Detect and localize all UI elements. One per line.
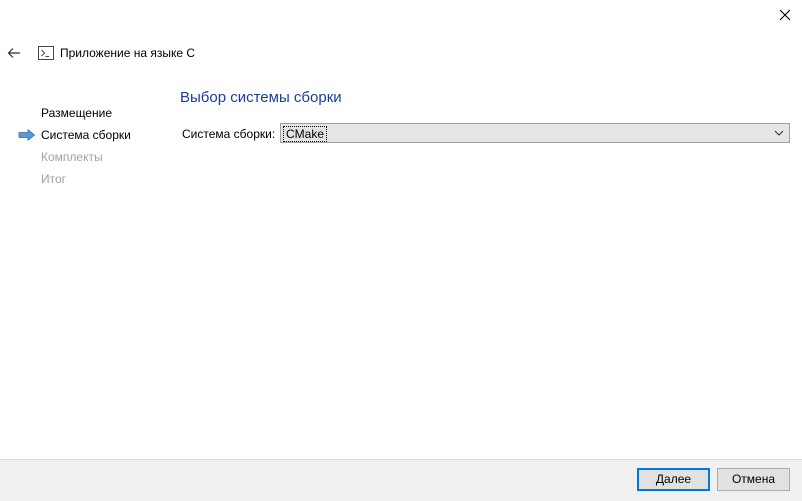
- back-button[interactable]: [4, 42, 26, 64]
- cancel-button-label: Отмена: [731, 472, 776, 486]
- close-button[interactable]: [768, 0, 802, 30]
- next-button-label: алее: [664, 472, 692, 486]
- step-placement: Размещение: [16, 104, 131, 126]
- build-system-value: CMake: [283, 126, 328, 142]
- step-kits: Комплекты: [16, 148, 131, 170]
- wizard-steps: Размещение Система сборки Комплекты Итог: [16, 104, 131, 192]
- next-button[interactable]: Далее: [637, 468, 710, 491]
- page-heading: Выбор системы сборки: [180, 89, 342, 106]
- wizard-window: Приложение на языке C Размещение Система…: [0, 0, 802, 501]
- build-system-label: Система сборки:: [182, 127, 276, 141]
- step-label: Итог: [41, 172, 67, 186]
- back-arrow-icon: [7, 48, 20, 58]
- build-system-select[interactable]: CMake: [280, 123, 790, 143]
- console-app-icon: [38, 46, 54, 60]
- right-arrow-icon: [18, 129, 36, 141]
- wizard-title-text: Приложение на языке C: [60, 46, 196, 60]
- step-summary: Итог: [16, 170, 131, 192]
- chevron-down-icon: [774, 130, 784, 136]
- step-label: Размещение: [41, 106, 112, 120]
- wizard-title: Приложение на языке C: [38, 45, 195, 61]
- step-label: Комплекты: [41, 150, 103, 164]
- step-label: Система сборки: [41, 128, 131, 142]
- close-icon: [779, 9, 791, 21]
- cancel-button[interactable]: Отмена: [717, 468, 790, 491]
- next-button-accelerator: Д: [655, 472, 665, 486]
- step-build-system: Система сборки: [16, 126, 131, 148]
